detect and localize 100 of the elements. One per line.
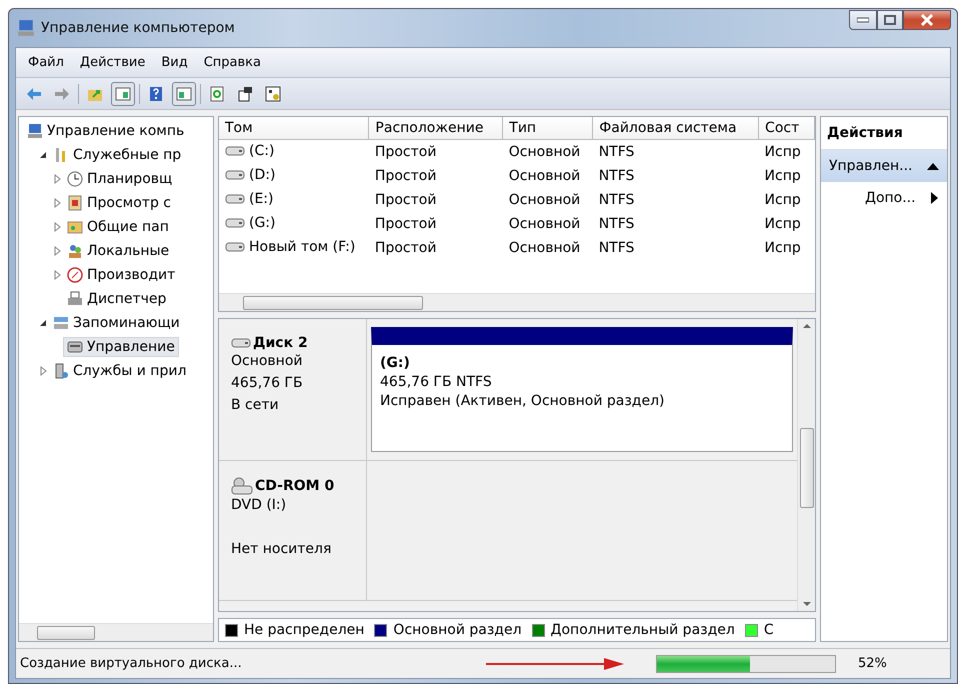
table-cell-text: Простой xyxy=(374,214,438,234)
tree-pane-icon xyxy=(114,84,132,102)
table-cell-text: NTFS xyxy=(598,238,636,258)
legend-label: С xyxy=(764,622,774,638)
column-header[interactable]: Файловая система xyxy=(592,117,759,140)
window-title: Управление компьютером xyxy=(41,20,236,36)
tree-item[interactable]: Запоминающи xyxy=(49,313,184,333)
refresh-icon xyxy=(208,84,226,102)
status-text: Создание виртуального диска... xyxy=(20,656,243,671)
table-cell: Основной xyxy=(502,140,593,164)
table-cell-text: Основной xyxy=(508,238,582,258)
server-icon xyxy=(53,363,69,379)
minimize-icon xyxy=(857,17,869,23)
shared-folder-icon xyxy=(67,219,83,235)
column-header[interactable]: Сост xyxy=(758,117,814,140)
tree-item[interactable]: Планировщ xyxy=(63,169,176,189)
legend-label: Основной раздел xyxy=(393,622,522,638)
arrow-icon xyxy=(486,656,626,670)
scroll-thumb[interactable] xyxy=(243,296,423,310)
column-header[interactable]: Тип xyxy=(502,117,593,140)
table-cell-text: Простой xyxy=(374,190,438,210)
tree-item[interactable]: Просмотр с xyxy=(63,193,175,213)
table-cell: NTFS xyxy=(592,140,759,164)
tree-item[interactable]: Общие пап xyxy=(63,217,173,237)
collapse-icon xyxy=(927,162,939,170)
volume-name: (G:) xyxy=(249,214,276,230)
vertical-scrollbar[interactable] xyxy=(797,319,815,611)
table-cell-text: Основной xyxy=(508,214,582,234)
volume-name: Новый том (F:) xyxy=(249,238,356,254)
disk-name: CD-ROM 0 xyxy=(231,477,354,495)
action-item[interactable]: Допо... xyxy=(821,182,947,214)
scroll-down-icon[interactable] xyxy=(802,602,810,607)
progress-percent: 52% xyxy=(857,656,888,671)
table-cell-text: Испр xyxy=(764,190,802,210)
tree-item[interactable]: Производит xyxy=(63,265,180,285)
partition-block[interactable]: (G:) 465,76 ГБ NTFS Исправен (Активен, Основной раздел) xyxy=(371,327,793,452)
disk-detail: Основной xyxy=(231,353,304,371)
toolbar-button[interactable] xyxy=(111,82,135,106)
tree-item[interactable]: Службы и прил xyxy=(49,361,190,381)
tree-item[interactable]: Управление компь xyxy=(23,121,188,141)
close-icon xyxy=(920,14,934,26)
submenu-arrow-icon xyxy=(931,192,939,204)
legend-label: Дополнительный раздел xyxy=(550,622,735,638)
maximize-icon xyxy=(884,15,896,25)
horizontal-scrollbar[interactable] xyxy=(219,293,815,311)
partition-name: (G:) xyxy=(380,355,411,371)
legend-label: Не распределен xyxy=(244,622,364,638)
table-cell-text: Испр xyxy=(764,166,802,186)
tree-item[interactable]: Управление xyxy=(63,337,179,357)
menu-item[interactable]: Действие xyxy=(74,53,152,72)
menu-item[interactable]: Вид xyxy=(155,53,194,72)
drive-icon xyxy=(225,216,245,228)
partition-detail: Исправен (Активен, Основной раздел) xyxy=(380,393,666,409)
log-icon xyxy=(67,195,83,211)
drive-icon xyxy=(225,192,245,204)
table-cell-text: Простой xyxy=(374,238,438,258)
disk-detail: 465,76 ГБ xyxy=(231,375,304,393)
table-cell: Испр xyxy=(758,140,814,164)
menu-item[interactable]: Файл xyxy=(22,53,70,72)
properties-icon xyxy=(236,84,254,102)
minimize-button[interactable] xyxy=(849,10,877,30)
volume-name: (C:) xyxy=(249,142,274,159)
table-cell-text: Основной xyxy=(508,190,582,210)
table-cell-text: NTFS xyxy=(598,214,636,234)
menu-item[interactable]: Справка xyxy=(198,53,267,72)
table-cell-text: Испр xyxy=(764,238,802,258)
action-item[interactable]: Управлен... xyxy=(821,150,947,182)
scroll-thumb[interactable] xyxy=(800,428,814,508)
help-icon xyxy=(147,84,165,102)
table-cell-text: Основной xyxy=(508,166,582,186)
column-header[interactable]: Расположение xyxy=(368,117,503,140)
tree-item[interactable]: Локальные xyxy=(63,241,174,261)
drive-icon xyxy=(231,337,251,349)
disk-management-icon xyxy=(67,339,83,355)
table-cell-text: NTFS xyxy=(598,190,636,210)
drive-icon xyxy=(225,144,245,157)
export-list-icon xyxy=(264,84,282,102)
horizontal-scrollbar[interactable] xyxy=(19,623,213,641)
clock-icon xyxy=(67,171,83,187)
tree-item[interactable]: Диспетчер xyxy=(63,289,170,309)
printer-icon xyxy=(67,291,83,307)
cd-drive-icon xyxy=(231,477,253,495)
gauge-icon xyxy=(67,267,83,283)
column-header[interactable]: Том xyxy=(219,117,369,140)
toolbar-button[interactable] xyxy=(172,82,196,106)
storage-icon xyxy=(53,315,69,331)
table-cell-text: Простой xyxy=(374,166,438,186)
table-cell: Простой xyxy=(368,140,503,164)
scroll-up-icon[interactable] xyxy=(802,323,810,328)
table-cell-text: Испр xyxy=(764,214,802,234)
disk-detail: DVD (I:) xyxy=(231,497,288,515)
drive-icon xyxy=(225,240,245,252)
disk-detail: В сети xyxy=(231,397,280,415)
scroll-thumb[interactable] xyxy=(37,626,95,640)
tree-item[interactable]: Служебные пр xyxy=(49,145,186,165)
close-button[interactable] xyxy=(903,10,951,30)
volume-name: (D:) xyxy=(249,166,276,182)
maximize-button[interactable] xyxy=(877,10,903,30)
disk-name: Диск 2 xyxy=(231,335,354,351)
partition-detail: 465,76 ГБ NTFS xyxy=(380,374,493,390)
